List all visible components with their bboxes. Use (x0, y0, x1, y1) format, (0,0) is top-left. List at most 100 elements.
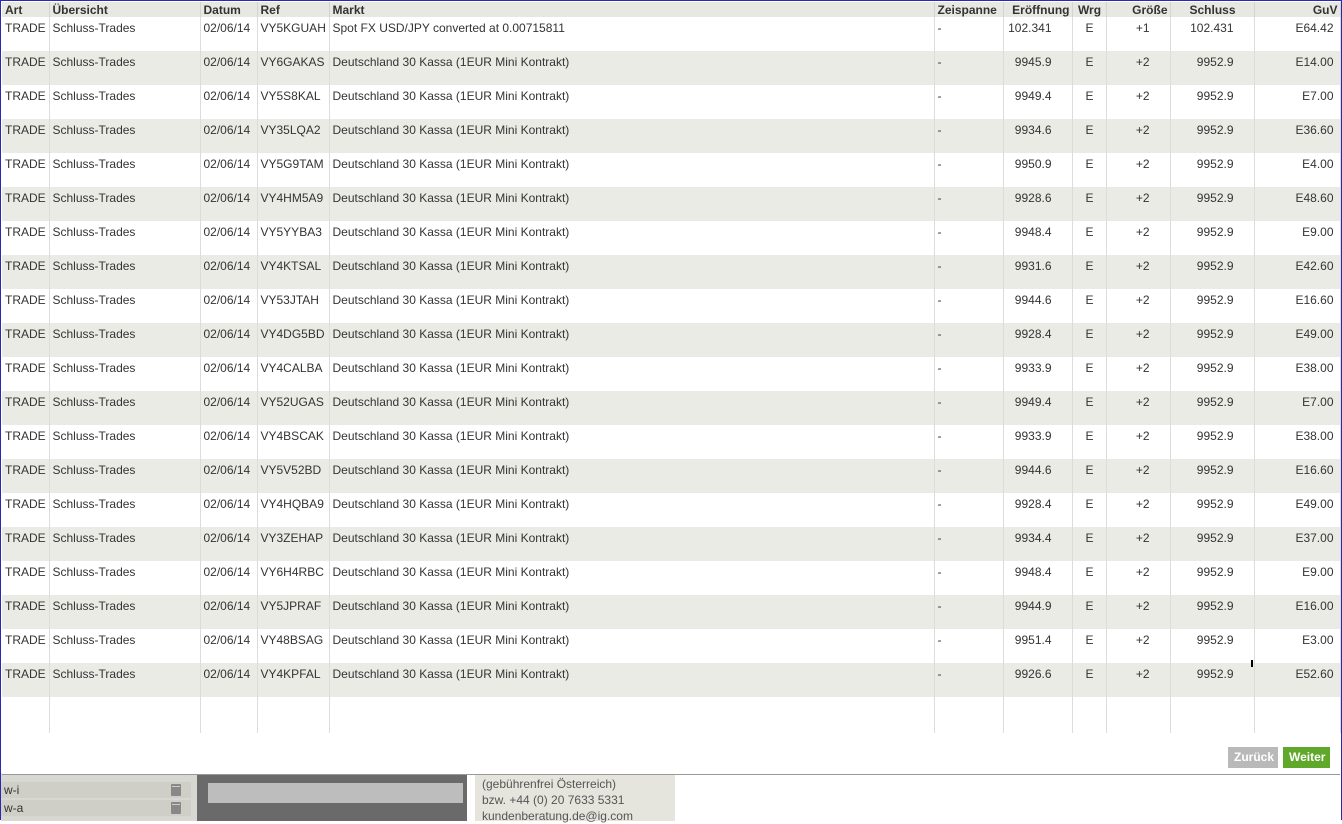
table-row[interactable]: TRADE Schluss-Trades 02/06/14 VY4DG5BD Deuts… (2, 323, 1341, 357)
table-row[interactable]: TRADE Schluss-Trades 02/06/14 VY5V52BD Deuts… (2, 459, 1341, 493)
contact-line[interactable]: kundenberatung.de@ig.com (482, 808, 675, 824)
cell-schluss: 9952.9 (1170, 357, 1255, 391)
cell-zeispanne: - (934, 493, 1004, 527)
cell-zeispanne: - (934, 187, 1004, 221)
cell-art: TRADE (2, 391, 50, 425)
cell-wrg: E (1072, 561, 1107, 595)
table-header-row: Art Übersicht Datum Ref Markt Zeispanne … (2, 2, 1341, 17)
cell-eroeffnung: 9926.6 (1003, 663, 1073, 697)
column-header-groesse[interactable]: Größe (1106, 2, 1171, 17)
cell-eroeffnung: 9951.4 (1003, 629, 1073, 663)
column-header-art[interactable]: Art (2, 2, 50, 17)
cell-zeispanne: - (934, 663, 1004, 697)
cell-groesse: +2 (1106, 85, 1171, 119)
trades-table: Art Übersicht Datum Ref Markt Zeispanne … (2, 2, 1341, 733)
cell-art: TRADE (2, 527, 50, 561)
table-row[interactable]: TRADE Schluss-Trades 02/06/14 VY6H4RBC Deuts… (2, 561, 1341, 595)
cell-uebersicht: Schluss-Trades (49, 289, 201, 323)
cell-eroeffnung: 9928.4 (1003, 493, 1073, 527)
table-row[interactable]: TRADE Schluss-Trades 02/06/14 VY4CALBA Deuts… (2, 357, 1341, 391)
cell-markt: Deutschland 30 Kassa (1EUR Mini Kontrakt… (329, 493, 935, 527)
cell-uebersicht: Schluss-Trades (49, 459, 201, 493)
cell-wrg: E (1072, 323, 1107, 357)
cell-art: TRADE (2, 85, 50, 119)
trash-icon[interactable] (171, 784, 181, 796)
cell-datum: 02/06/14 (200, 663, 258, 697)
cell-guv: E49.00 (1254, 323, 1341, 357)
cell-ref: VY5KGUAH (257, 17, 330, 51)
cell-schluss: 9952.9 (1170, 561, 1255, 595)
background-sidebar-row[interactable]: w-a (1, 800, 191, 816)
cell-markt: Deutschland 30 Kassa (1EUR Mini Kontrakt… (329, 459, 935, 493)
table-row[interactable]: TRADE Schluss-Trades 02/06/14 VY4KPFAL Deuts… (2, 663, 1341, 697)
table-row[interactable]: TRADE Schluss-Trades 02/06/14 VY3ZEHAP Deuts… (2, 527, 1341, 561)
table-row[interactable]: TRADE Schluss-Trades 02/06/14 VY48BSAG Deuts… (2, 629, 1341, 663)
trades-dialog: Art Übersicht Datum Ref Markt Zeispanne … (2, 2, 1341, 775)
empty-cell (2, 697, 50, 733)
cell-uebersicht: Schluss-Trades (49, 391, 201, 425)
table-row[interactable]: TRADE Schluss-Trades 02/06/14 VY52UGAS Deuts… (2, 391, 1341, 425)
cell-markt: Deutschland 30 Kassa (1EUR Mini Kontrakt… (329, 187, 935, 221)
table-row[interactable]: TRADE Schluss-Trades 02/06/14 VY4KTSAL Deuts… (2, 255, 1341, 289)
table-row[interactable]: TRADE Schluss-Trades 02/06/14 VY5JPRAF Deuts… (2, 595, 1341, 629)
cell-guv: E7.00 (1254, 85, 1341, 119)
column-header-guv[interactable]: GuV (1254, 2, 1341, 17)
cell-ref: VY4KPFAL (257, 663, 330, 697)
next-button[interactable]: Weiter (1283, 747, 1330, 768)
column-header-datum[interactable]: Datum (200, 2, 258, 17)
cell-wrg: E (1072, 527, 1107, 561)
column-header-schluss[interactable]: Schluss (1170, 2, 1255, 17)
cell-datum: 02/06/14 (200, 51, 258, 85)
cell-groesse: +2 (1106, 119, 1171, 153)
cell-eroeffnung: 9949.4 (1003, 391, 1073, 425)
table-row[interactable]: TRADE Schluss-Trades 02/06/14 VY4HM5A9 Deuts… (2, 187, 1341, 221)
cell-guv: E9.00 (1254, 221, 1341, 255)
cell-uebersicht: Schluss-Trades (49, 663, 201, 697)
cell-wrg: E (1072, 663, 1107, 697)
cell-guv: E16.60 (1254, 289, 1341, 323)
cell-zeispanne: - (934, 17, 1004, 51)
column-header-zeispanne[interactable]: Zeispanne (934, 2, 1004, 17)
cell-groesse: +2 (1106, 221, 1171, 255)
table-row[interactable]: TRADE Schluss-Trades 02/06/14 VY5G9TAM Deuts… (2, 153, 1341, 187)
cell-groesse: +2 (1106, 323, 1171, 357)
column-header-eroeffnung[interactable]: Eröffnung (1003, 2, 1073, 17)
cell-guv: E4.00 (1254, 153, 1341, 187)
back-button[interactable]: Zurück (1228, 747, 1278, 768)
cell-ref: VY5G9TAM (257, 153, 330, 187)
empty-cell (1003, 697, 1073, 733)
table-row[interactable]: TRADE Schluss-Trades 02/06/14 VY5S8KAL Deuts… (2, 85, 1341, 119)
table-row[interactable]: TRADE Schluss-Trades 02/06/14 VY4BSCAK Deuts… (2, 425, 1341, 459)
cell-wrg: E (1072, 255, 1107, 289)
cell-zeispanne: - (934, 323, 1004, 357)
table-row[interactable]: TRADE Schluss-Trades 02/06/14 VY6GAKAS Deuts… (2, 51, 1341, 85)
cell-eroeffnung: 9931.6 (1003, 255, 1073, 289)
cell-zeispanne: - (934, 391, 1004, 425)
column-header-wrg[interactable]: Wrg (1072, 2, 1107, 17)
cell-datum: 02/06/14 (200, 561, 258, 595)
empty-cell (257, 697, 330, 733)
cell-zeispanne: - (934, 561, 1004, 595)
cell-markt: Deutschland 30 Kassa (1EUR Mini Kontrakt… (329, 425, 935, 459)
table-row[interactable]: TRADE Schluss-Trades 02/06/14 VY53JTAH Deuts… (2, 289, 1341, 323)
cell-datum: 02/06/14 (200, 17, 258, 51)
text-cursor (1251, 660, 1253, 667)
cell-schluss: 9952.9 (1170, 289, 1255, 323)
table-row[interactable]: TRADE Schluss-Trades 02/06/14 VY5KGUAH Spot … (2, 17, 1341, 51)
trash-icon[interactable] (171, 802, 181, 814)
cell-guv: E49.00 (1254, 493, 1341, 527)
column-header-markt[interactable]: Markt (329, 2, 935, 17)
table-row[interactable]: TRADE Schluss-Trades 02/06/14 VY5YYBA3 Deuts… (2, 221, 1341, 255)
table-row[interactable]: TRADE Schluss-Trades 02/06/14 VY4HQBA9 Deuts… (2, 493, 1341, 527)
cell-markt: Deutschland 30 Kassa (1EUR Mini Kontrakt… (329, 85, 935, 119)
table-row[interactable]: TRADE Schluss-Trades 02/06/14 VY35LQA2 Deuts… (2, 119, 1341, 153)
background-sidebar-row[interactable]: w-i (1, 782, 191, 798)
column-header-uebersicht[interactable]: Übersicht (49, 2, 201, 17)
cell-art: TRADE (2, 425, 50, 459)
cell-schluss: 9952.9 (1170, 493, 1255, 527)
cell-ref: VY5V52BD (257, 459, 330, 493)
cell-wrg: E (1072, 425, 1107, 459)
cell-markt: Deutschland 30 Kassa (1EUR Mini Kontrakt… (329, 595, 935, 629)
cell-ref: VY5JPRAF (257, 595, 330, 629)
column-header-ref[interactable]: Ref (257, 2, 330, 17)
